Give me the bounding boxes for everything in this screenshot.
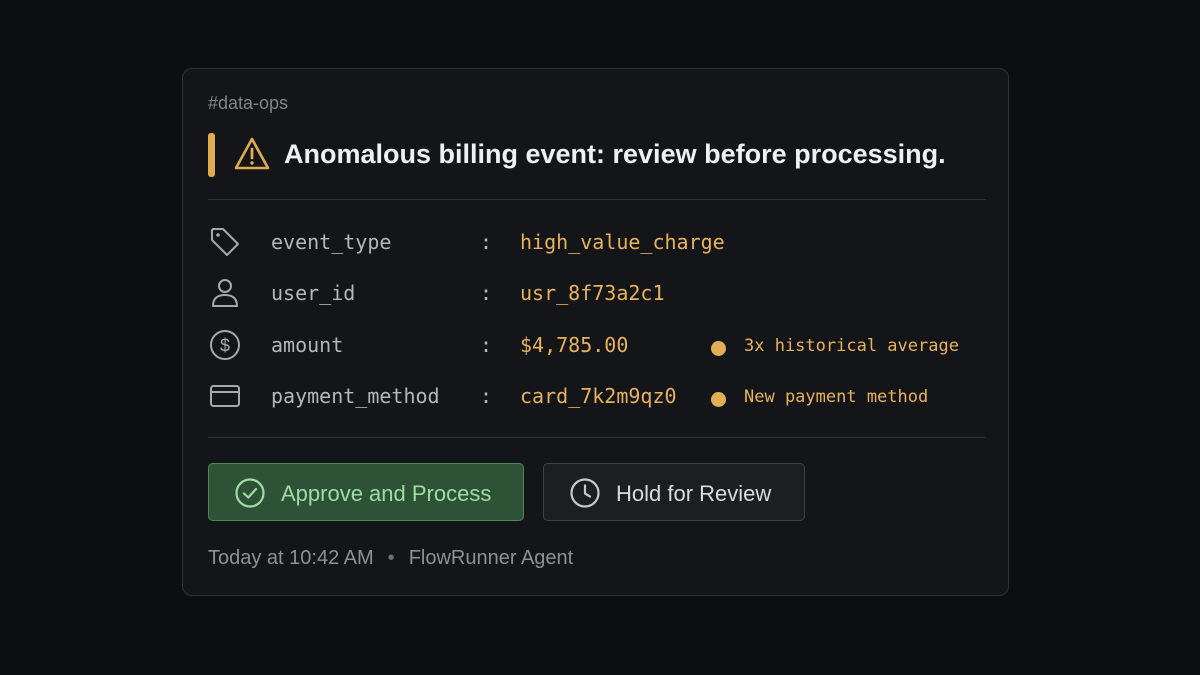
- warning-dot: [711, 341, 726, 356]
- field-separator: :: [480, 384, 493, 408]
- credit-card-icon: [210, 385, 240, 407]
- check-circle-icon: [235, 478, 265, 508]
- alert-message-card: #data-ops Anomalous billing event: revie…: [182, 68, 1009, 596]
- anomaly-flag: 3x historical average: [744, 336, 959, 356]
- message-footer: Today at 10:42 AM • FlowRunner Agent: [208, 547, 573, 570]
- message-author[interactable]: FlowRunner Agent: [409, 547, 574, 569]
- divider-top: [208, 199, 986, 200]
- field-value: usr_8f73a2c1: [520, 281, 665, 305]
- dollar-circle-icon: $: [210, 330, 240, 360]
- field-row-event-type: event_type : high_value_charge: [208, 221, 986, 261]
- footer-separator: •: [387, 547, 395, 569]
- field-key: user_id: [271, 281, 356, 305]
- tag-icon: [211, 228, 239, 256]
- approve-button-label: Approve and Process: [281, 481, 492, 506]
- field-key: payment_method: [271, 384, 440, 408]
- field-row-payment-method: payment_method : card_7k2m9qz0 New payme…: [208, 375, 986, 415]
- user-icon: [212, 279, 238, 307]
- field-key: amount: [271, 333, 344, 357]
- field-value: high_value_charge: [520, 230, 725, 254]
- warning-triangle-icon: [234, 137, 270, 170]
- alert-accent-bar: [208, 133, 215, 177]
- channel-name[interactable]: #data-ops: [208, 93, 288, 114]
- warning-dot: [711, 392, 726, 407]
- hold-for-review-button[interactable]: Hold for Review: [543, 463, 805, 521]
- field-separator: :: [480, 230, 493, 254]
- field-key: event_type: [271, 230, 392, 254]
- field-value: $4,785.00: [520, 333, 629, 357]
- field-separator: :: [480, 333, 493, 357]
- clock-icon: [570, 478, 600, 508]
- approve-and-process-button[interactable]: Approve and Process: [208, 463, 524, 521]
- field-row-user-id: user_id : usr_8f73a2c1: [208, 272, 986, 312]
- anomaly-flag: New payment method: [744, 387, 929, 407]
- hold-button-label: Hold for Review: [616, 481, 772, 506]
- alert-title: Anomalous billing event: review before p…: [284, 139, 946, 169]
- field-row-amount: $ amount : $4,785.00 3x historical avera…: [208, 324, 986, 364]
- svg-text:$: $: [220, 336, 230, 356]
- divider-bottom: [208, 437, 986, 438]
- field-value: card_7k2m9qz0: [520, 384, 677, 408]
- field-separator: :: [480, 281, 493, 305]
- message-timestamp: Today at 10:42 AM: [208, 547, 374, 569]
